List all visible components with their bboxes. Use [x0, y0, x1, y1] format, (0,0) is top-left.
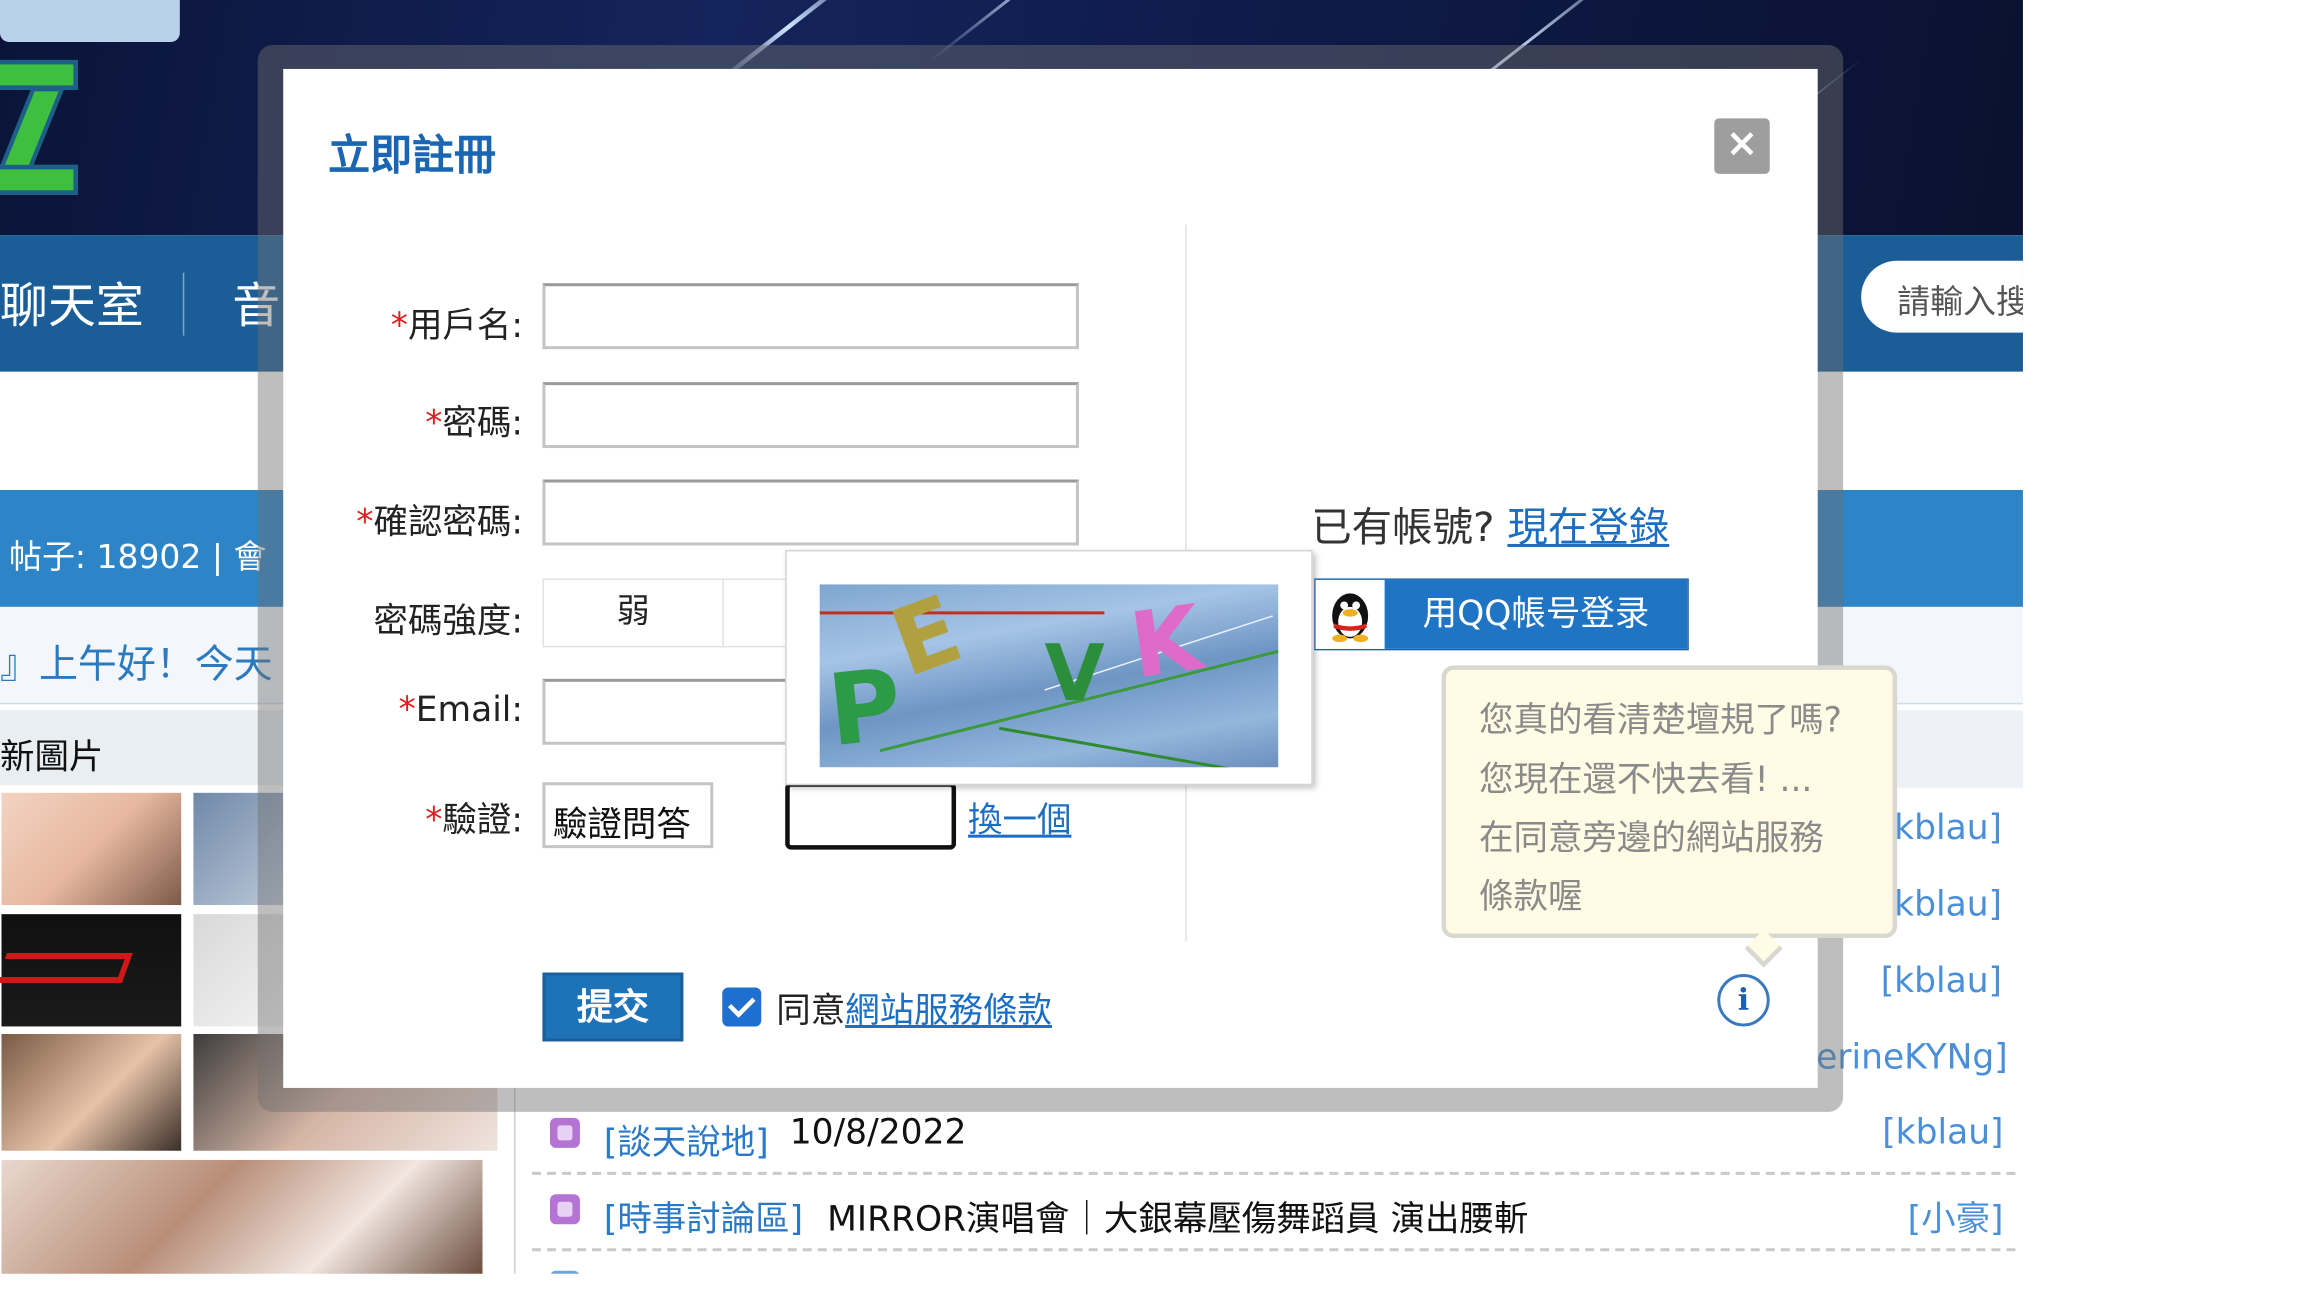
qq-penguin-icon [1315, 579, 1385, 649]
stats-text: 帖子: 18902 | 會 [8, 539, 267, 577]
thread-author[interactable]: erineKYNg] [1816, 1038, 2008, 1077]
required-mark: * [398, 690, 416, 730]
qq-login-label: 用QQ帳号登录 [1384, 579, 1688, 649]
required-mark: * [390, 307, 408, 347]
password-label: *密碼: [425, 404, 523, 444]
thread-icon [549, 1194, 580, 1225]
have-account-text: 已有帳號? 現在登錄 [1311, 504, 1670, 552]
password-strength-value: 弱 [544, 579, 724, 646]
info-icon[interactable]: i [1717, 974, 1770, 1027]
nav-separator [182, 272, 185, 336]
thread-author[interactable]: [小豪] [1908, 1190, 2004, 1241]
captcha-popup: P E V K [785, 549, 1313, 786]
search-input[interactable]: 請輸入搜 [1861, 260, 2023, 333]
verify-label: *驗證: [425, 801, 523, 841]
new-images-title: 新圖片 [0, 738, 104, 778]
submit-button[interactable]: 提交 [542, 972, 684, 1042]
verify-question: 驗證問答 [542, 782, 714, 849]
agree-checkbox[interactable] [722, 987, 762, 1027]
close-button[interactable]: × [1714, 118, 1770, 174]
captcha-image[interactable]: P E V K [819, 584, 1279, 768]
thumbnail-image[interactable] [0, 791, 183, 907]
password-strength-label: 密碼強度: [373, 602, 523, 642]
terms-tooltip: 您真的看清楚壇規了嗎? 您現在還不快去看! ... 在同意旁邊的網站服務 條款喔 [1441, 665, 1898, 939]
greeting-text: 』上午好！今天 [0, 642, 273, 688]
page-stage: 聊天室 音 請輸入搜 帖子: 18902 | 會 』上午好！今天 新圖片 [kb… [0, 0, 2023, 1274]
thumbnail-image[interactable] [0, 1032, 183, 1153]
thread-author[interactable]: [kblau] [1816, 962, 2002, 1001]
password-field[interactable] [542, 382, 1079, 449]
qq-login-button[interactable]: 用QQ帳号登录 [1314, 578, 1689, 651]
login-link[interactable]: 現在登錄 [1507, 505, 1669, 551]
tooltip-line: 您真的看清楚壇規了嗎? [1479, 701, 1842, 741]
close-icon: × [1725, 121, 1759, 167]
username-label: *用戶名: [390, 307, 523, 347]
required-mark: * [356, 503, 374, 543]
thread-forum-link[interactable]: [談天說地] [604, 1113, 769, 1164]
thread-title[interactable]: MIRROR演唱會｜大銀幕壓傷舞蹈員 演出腰斬 [827, 1190, 1528, 1241]
site-logo[interactable] [0, 59, 93, 198]
terms-link[interactable]: 網站服務條款 [845, 992, 1052, 1031]
nav-item-chatroom[interactable]: 聊天室 [0, 268, 144, 337]
site-logo-top [0, 0, 180, 42]
thread-icon [549, 1270, 580, 1274]
captcha-char: V [1044, 629, 1105, 720]
captcha-char: K [1124, 586, 1209, 700]
captcha-char: P [822, 646, 907, 768]
password-strength-meter: 弱 [542, 578, 813, 648]
thread-forum-link[interactable]: [時事討論區] [604, 1190, 803, 1241]
confirm-password-field[interactable] [542, 479, 1079, 546]
tooltip-line: 在同意旁邊的網站服務 [1479, 819, 1824, 859]
required-mark: * [425, 801, 443, 841]
table-row[interactable]: [時事討論區] MIRROR演唱會｜大銀幕壓傷舞蹈員 演出腰斬 [小豪] [531, 1175, 2016, 1252]
required-mark: * [425, 404, 443, 444]
thread-author[interactable]: [kblau] [1882, 1113, 2003, 1152]
table-row[interactable] [532, 1251, 2016, 1274]
username-field[interactable] [542, 283, 1079, 350]
refresh-captcha-link[interactable]: 換一個 [968, 791, 1071, 842]
confirm-password-label: *確認密碼: [356, 503, 523, 543]
tooltip-line: 您現在還不快去看! ... [1479, 761, 1813, 801]
email-label: *Email: [398, 690, 523, 730]
thumbnail-image[interactable] [0, 1158, 485, 1274]
thread-title[interactable]: 10/8/2022 [790, 1113, 967, 1152]
captcha-input[interactable] [785, 782, 957, 850]
dialog-title: 立即註冊 [328, 130, 497, 180]
thread-icon [549, 1117, 580, 1148]
tooltip-line: 條款喔 [1479, 878, 1583, 918]
thumbnail-image[interactable] [0, 912, 183, 1028]
agree-text: 同意網站服務條款 [776, 992, 1052, 1031]
